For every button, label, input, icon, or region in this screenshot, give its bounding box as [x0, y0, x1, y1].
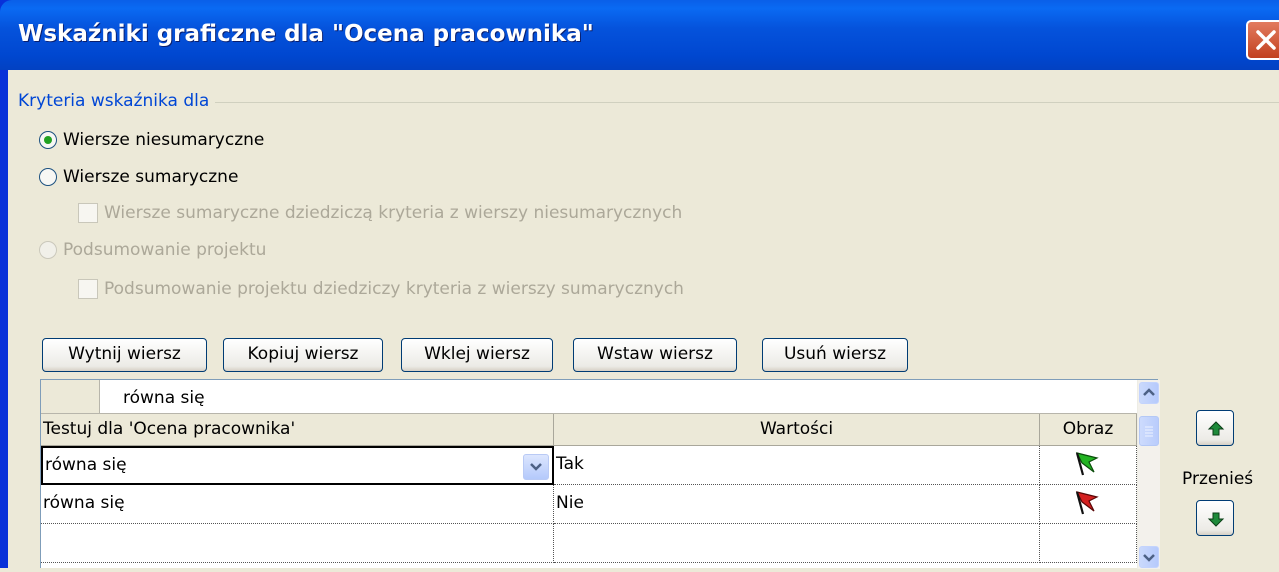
window-title: Wskaźniki graficzne dla "Ocena pracownik…	[18, 21, 594, 47]
indicator-grid: równa się Testuj dla 'Ocena pracownika' …	[40, 379, 1160, 569]
radio-nonsummary-rows[interactable]	[39, 131, 57, 149]
grid-cell-test-row2[interactable]: równa się	[41, 485, 554, 524]
test-dropdown-button[interactable]	[523, 454, 549, 480]
chevron-down-icon	[530, 463, 542, 471]
move-down-button[interactable]	[1196, 500, 1234, 536]
grid-cell-value-row1[interactable]: Tak	[554, 446, 1040, 485]
grid-cell-image-row3[interactable]	[1040, 524, 1137, 563]
grid-cell-test-row3[interactable]	[41, 524, 554, 563]
checkbox-summary-inherit-label: Wiersze sumaryczne dziedziczą kryteria z…	[104, 203, 683, 223]
grid-vertical-scrollbar[interactable]	[1137, 380, 1160, 569]
dialog-client-area: Kryteria wskaźnika dla Wiersze niesumary…	[8, 70, 1279, 569]
arrow-up-icon	[1207, 421, 1225, 436]
grid-cell-image-row1[interactable]	[1040, 446, 1137, 485]
scroll-down-button[interactable]	[1139, 546, 1159, 568]
column-header-values[interactable]: Wartości	[554, 414, 1040, 446]
chevron-down-icon	[1143, 554, 1155, 562]
scroll-thumb[interactable]	[1139, 416, 1159, 446]
radio-project-summary-label: Podsumowanie projektu	[63, 240, 267, 260]
grid-edit-row: równa się	[41, 380, 1137, 414]
grid-corner	[41, 380, 100, 413]
grid-cell-test-row1[interactable]: równa się	[41, 446, 554, 485]
criteria-group-label: Kryteria wskaźnika dla	[18, 91, 216, 111]
grid-edit-value[interactable]: równa się	[123, 388, 205, 408]
close-button[interactable]	[1246, 20, 1279, 60]
green-flag-icon	[1075, 452, 1099, 476]
checkbox-project-inherit[interactable]	[78, 279, 98, 299]
arrow-down-icon	[1207, 512, 1225, 527]
copy-row-button[interactable]: Kopiuj wiersz	[223, 338, 383, 372]
checkbox-summary-inherit[interactable]	[78, 203, 98, 223]
scroll-up-button[interactable]	[1139, 382, 1159, 404]
paste-row-button[interactable]: Wklej wiersz	[401, 338, 553, 372]
radio-summary-rows[interactable]	[39, 168, 57, 186]
radio-summary-label[interactable]: Wiersze sumaryczne	[63, 167, 238, 187]
radio-nonsummary-label[interactable]: Wiersze niesumaryczne	[63, 130, 264, 150]
red-flag-icon	[1075, 491, 1099, 515]
grid-cell-value-row3[interactable]	[554, 524, 1040, 563]
title-bar[interactable]: Wskaźniki graficzne dla "Ocena pracownik…	[0, 0, 1279, 70]
column-header-test[interactable]: Testuj dla 'Ocena pracownika'	[41, 414, 554, 446]
grid-cell-image-row2[interactable]	[1040, 485, 1137, 524]
dialog-window: Wskaźniki graficzne dla "Ocena pracownik…	[0, 0, 1279, 569]
radio-project-summary[interactable]	[39, 241, 57, 259]
grid-cell-test-text: równa się	[45, 455, 127, 475]
grip-icon	[1145, 426, 1153, 437]
column-header-image[interactable]: Obraz	[1040, 414, 1137, 446]
move-label: Przenieś	[1182, 469, 1254, 489]
cut-row-button[interactable]: Wytnij wiersz	[42, 338, 207, 372]
close-x-icon	[1256, 30, 1276, 50]
delete-row-button[interactable]: Usuń wiersz	[762, 338, 908, 372]
insert-row-button[interactable]: Wstaw wiersz	[573, 338, 737, 372]
grid-cell-value-row2[interactable]: Nie	[554, 485, 1040, 524]
radio-selected-dot	[44, 136, 52, 144]
checkbox-project-inherit-label: Podsumowanie projektu dziedziczy kryteri…	[104, 279, 684, 299]
move-up-button[interactable]	[1196, 410, 1234, 446]
chevron-up-icon	[1143, 388, 1155, 396]
